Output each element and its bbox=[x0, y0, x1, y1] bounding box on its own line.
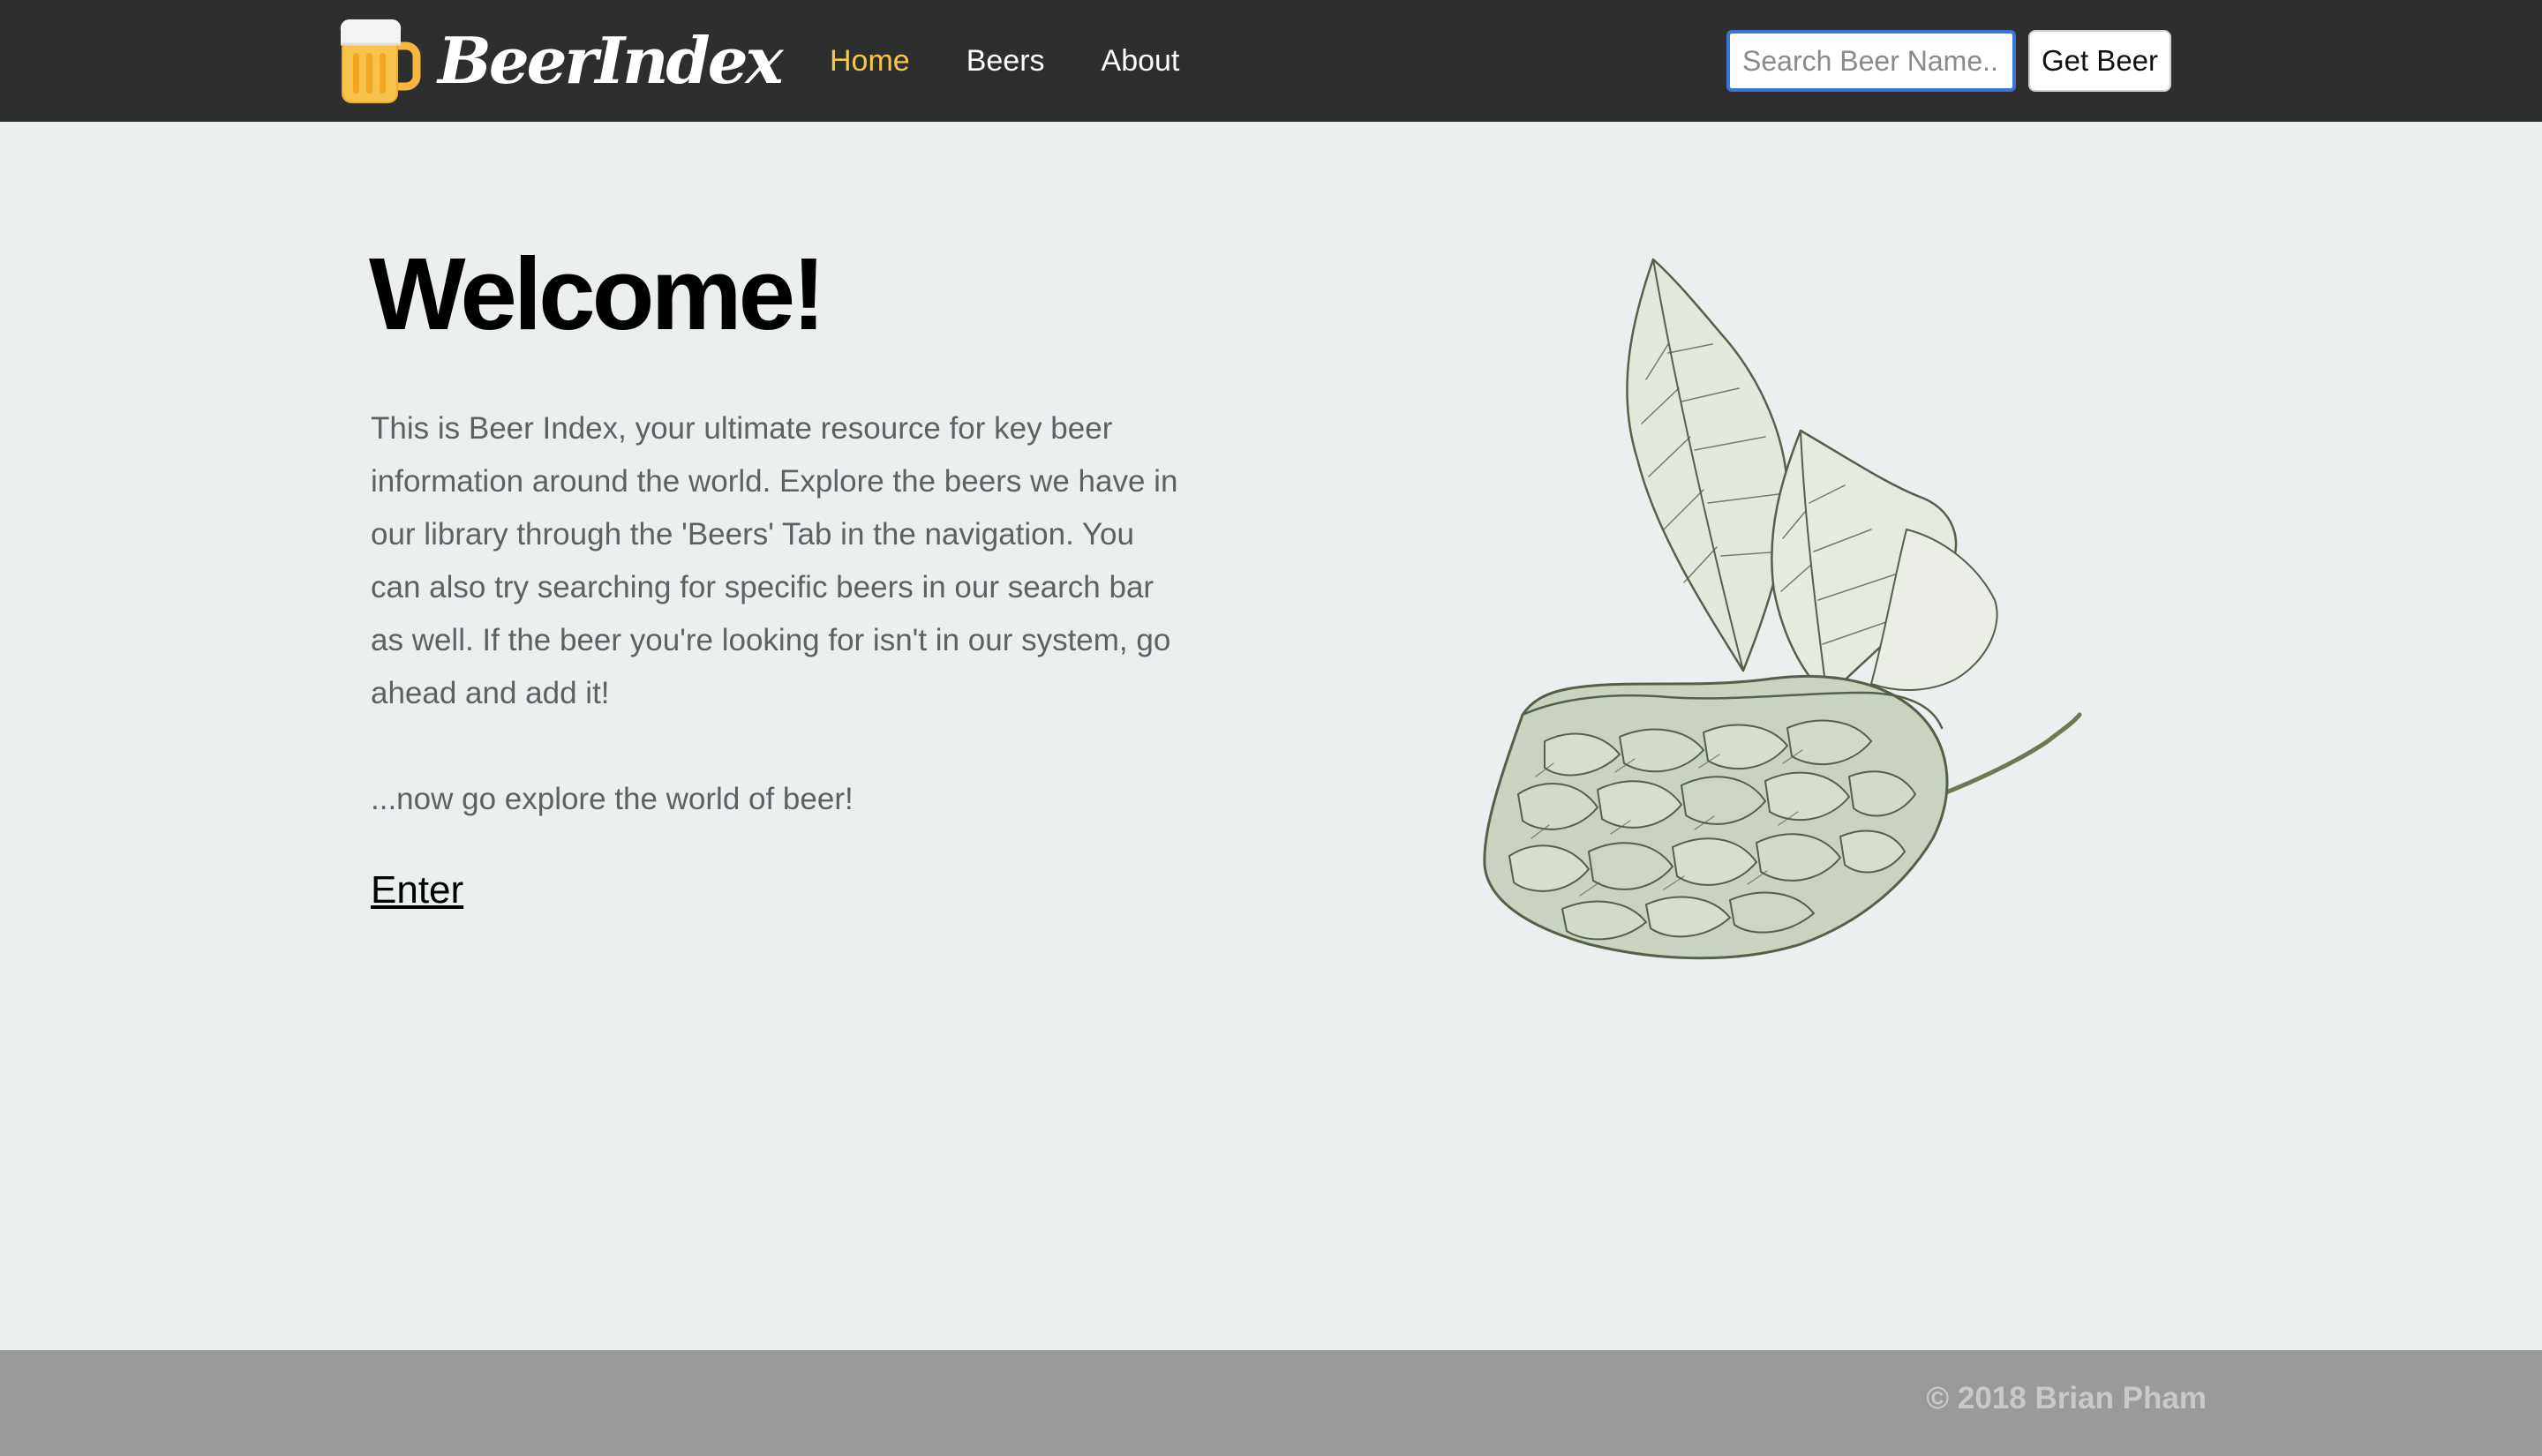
search-form: Get Beer bbox=[1726, 30, 2171, 92]
copyright-text: © 2018 Brian Pham bbox=[1926, 1381, 2207, 1415]
nav-links: Home Beers About bbox=[830, 0, 1236, 122]
brand-name: BeerIndex bbox=[438, 22, 784, 98]
navbar: BeerIndex Home Beers About Get Beer bbox=[0, 0, 2542, 122]
footer: © 2018 Brian Pham bbox=[0, 1350, 2542, 1456]
enter-link[interactable]: Enter bbox=[371, 868, 463, 912]
nav-link-home[interactable]: Home bbox=[830, 44, 910, 79]
brand-link[interactable]: BeerIndex bbox=[339, 14, 784, 106]
beer-mug-icon bbox=[340, 19, 421, 103]
intro-paragraph: This is Beer Index, your ultimate resour… bbox=[371, 411, 1178, 710]
nav-link-about[interactable]: About bbox=[1102, 44, 1180, 79]
hop-illustration-icon bbox=[1483, 258, 2082, 960]
search-input[interactable] bbox=[1726, 30, 2016, 92]
explore-paragraph: ...now go explore the world of beer! bbox=[371, 782, 854, 816]
get-beer-button[interactable]: Get Beer bbox=[2028, 30, 2171, 92]
page-title: Welcome! bbox=[369, 236, 826, 351]
nav-link-beers[interactable]: Beers bbox=[966, 44, 1045, 79]
